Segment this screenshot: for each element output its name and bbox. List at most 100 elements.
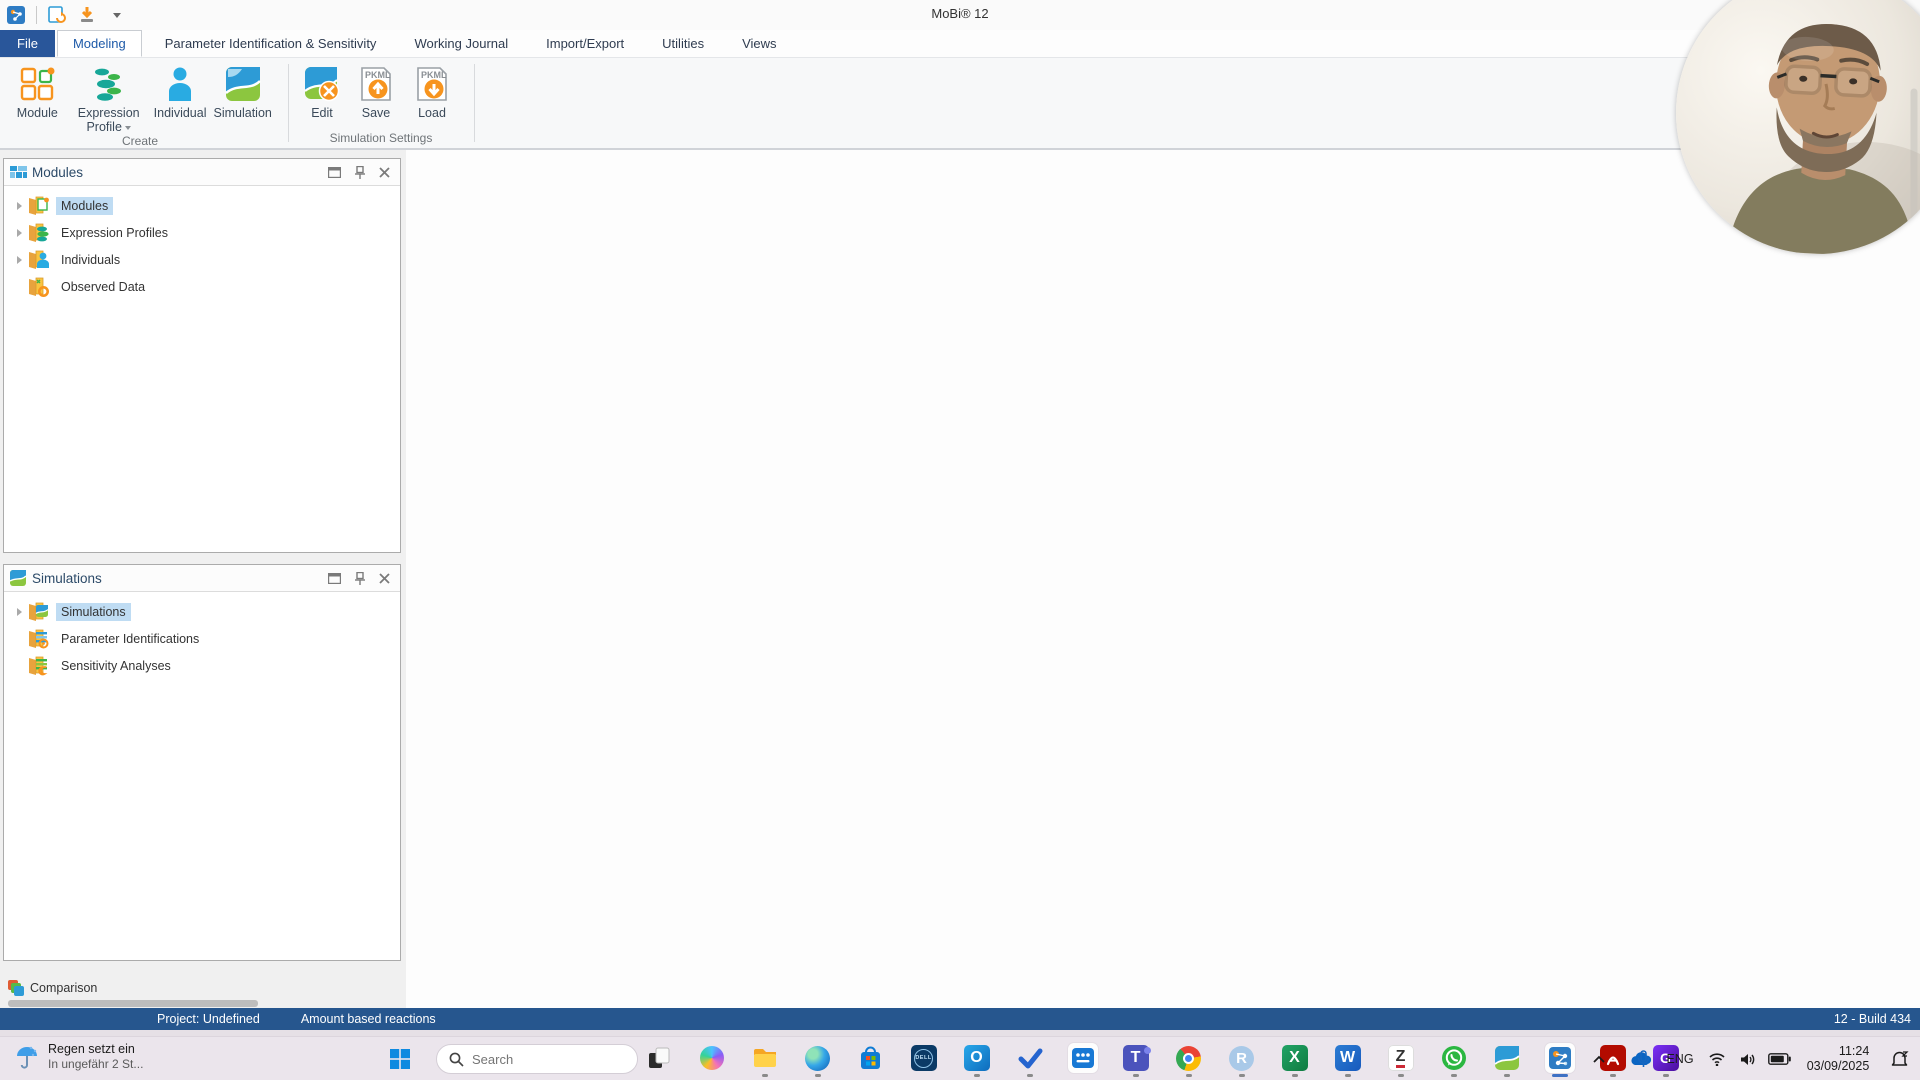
tab-parameter-identification[interactable]: Parameter Identification & Sensitivity — [150, 30, 392, 57]
simulation-button[interactable]: Simulation — [211, 60, 274, 120]
word-button[interactable]: W — [1321, 1039, 1374, 1080]
excel-button[interactable]: X — [1268, 1039, 1321, 1080]
todo-check-icon — [1018, 1048, 1042, 1069]
copilot-button[interactable] — [685, 1039, 738, 1080]
tab-import-export[interactable]: Import/Export — [531, 30, 639, 57]
chrome-button[interactable] — [1162, 1039, 1215, 1080]
battery-tray-button[interactable] — [1762, 1053, 1796, 1065]
clock-tray-button[interactable]: 11:24 03/09/2025 — [1796, 1044, 1880, 1074]
save-pkml-button[interactable]: PKML Save — [348, 60, 404, 120]
copilot-icon — [699, 1046, 724, 1070]
sensitivity-analyses-folder-icon — [26, 654, 50, 678]
load-pkml-button[interactable]: PKML Load — [404, 60, 460, 120]
zotero-button[interactable]: Z — [1374, 1039, 1427, 1080]
ribbon-group-simulation-settings: Edit PKML Save PKML Load Simulation Sett… — [296, 60, 466, 148]
individual-button[interactable]: Individual — [149, 60, 212, 120]
search-input[interactable] — [472, 1051, 612, 1067]
edge-button[interactable] — [791, 1039, 844, 1080]
simulations-folder-icon — [26, 600, 50, 624]
notifications-tray-button[interactable] — [1880, 1050, 1920, 1068]
screen: MoBi® 12 File Modeling Parameter Identif… — [0, 0, 1920, 1080]
tab-working-journal[interactable]: Working Journal — [399, 30, 523, 57]
tree-item-sensitivity-analyses[interactable]: Sensitivity Analyses — [4, 652, 400, 679]
pin-panel-icon[interactable] — [355, 571, 365, 585]
ribbon-group-create: Module Expression Profile Individual Sim… — [6, 60, 274, 148]
status-bar: Project: Undefined Amount based reaction… — [0, 1008, 1920, 1030]
task-view-icon — [648, 1047, 669, 1068]
outlook-button[interactable]: O — [950, 1039, 1003, 1080]
ribbon-group-separator-2 — [474, 64, 475, 142]
tree-item-observed-data[interactable]: Observed Data — [4, 273, 400, 300]
taskbar-app-icons: DELL O T R X W Z G — [632, 1039, 1692, 1080]
status-build: 12 - Build 434 — [1833, 1012, 1911, 1026]
simulations-panel-icon — [10, 570, 27, 586]
tab-file[interactable]: File — [0, 30, 55, 57]
simulations-tree: Simulations Parameter Identifications Se… — [4, 592, 400, 679]
tab-utilities[interactable]: Utilities — [647, 30, 719, 57]
excel-icon: X — [1281, 1045, 1308, 1071]
expression-profiles-folder-icon — [26, 221, 50, 245]
file-explorer-icon — [753, 1049, 776, 1067]
group-label-simulation-settings: Simulation Settings — [329, 131, 433, 145]
system-tray: ENG 11:24 03/09/2025 — [1628, 1037, 1920, 1080]
file-explorer-button[interactable] — [738, 1039, 791, 1080]
bottom-scrollbar-thumb[interactable] — [8, 1000, 258, 1007]
windows-logo-icon — [390, 1049, 410, 1069]
close-panel-icon[interactable] — [379, 166, 390, 178]
whatsapp-button[interactable] — [1427, 1039, 1480, 1080]
comparison-tab-label[interactable]: Comparison — [30, 981, 97, 995]
pksim-button[interactable] — [1480, 1039, 1533, 1080]
expand-caret[interactable] — [12, 255, 26, 264]
tree-item-expression-profiles[interactable]: Expression Profiles — [4, 219, 400, 246]
r-app-button[interactable]: R — [1215, 1039, 1268, 1080]
modules-panel-title: Modules — [32, 164, 84, 180]
tray-date: 03/09/2025 — [1806, 1059, 1870, 1073]
pin-panel-icon[interactable] — [355, 165, 365, 179]
microsoft-store-button[interactable] — [844, 1039, 897, 1080]
modules-folder-icon — [26, 194, 50, 218]
module-button[interactable]: Module — [6, 60, 69, 120]
blue-grid-app-button[interactable] — [1056, 1039, 1109, 1080]
microsoft-store-icon — [861, 1046, 880, 1069]
expand-caret[interactable] — [12, 607, 26, 616]
tree-item-modules[interactable]: Modules — [4, 192, 400, 219]
microphone-tray-button[interactable] — [1628, 1049, 1658, 1069]
taskbar-search[interactable] — [436, 1044, 638, 1074]
mobi-button[interactable] — [1533, 1039, 1586, 1080]
simulation-icon — [223, 64, 263, 104]
tray-chevron-up-icon[interactable] — [1592, 1055, 1606, 1064]
taskbar: Regen setzt ein In ungefähr 2 St... Sear… — [0, 1036, 1920, 1080]
pksim-icon — [1493, 1046, 1520, 1070]
teams-button[interactable]: T — [1109, 1039, 1162, 1080]
tree-item-parameter-identifications[interactable]: Parameter Identifications — [4, 625, 400, 652]
battery-icon — [1767, 1053, 1791, 1065]
comparison-tab[interactable]: Comparison — [8, 978, 97, 998]
wifi-tray-button[interactable] — [1702, 1052, 1732, 1066]
taskbar-weather-widget[interactable]: Regen setzt ein In ungefähr 2 St... — [14, 1041, 143, 1072]
tab-modeling[interactable]: Modeling — [56, 30, 142, 57]
left-dock: Modules Modules Expression Profiles Indi… — [0, 150, 406, 1008]
dell-app-button[interactable]: DELL — [897, 1039, 950, 1080]
blue-grid-app-icon — [1071, 1048, 1094, 1068]
tab-views[interactable]: Views — [727, 30, 791, 57]
task-view-button[interactable] — [632, 1039, 685, 1080]
title-bar: MoBi® 12 — [0, 0, 1920, 30]
language-indicator[interactable]: ENG — [1658, 1052, 1702, 1066]
maximize-panel-icon[interactable] — [328, 166, 341, 178]
tree-item-simulations[interactable]: Simulations — [4, 598, 400, 625]
expression-profile-icon — [89, 64, 129, 104]
expand-caret[interactable] — [12, 228, 26, 237]
todo-button[interactable] — [1003, 1039, 1056, 1080]
edit-simulation-settings-button[interactable]: Edit — [296, 60, 348, 120]
svg-text:PKML: PKML — [365, 70, 391, 80]
simulations-panel-header: Simulations — [4, 565, 400, 592]
expression-profile-button[interactable]: Expression Profile — [69, 60, 149, 134]
mobi-icon — [1548, 1047, 1571, 1069]
expand-caret[interactable] — [12, 201, 26, 210]
volume-tray-button[interactable] — [1732, 1052, 1762, 1067]
notification-bell-dnd-icon — [1891, 1051, 1909, 1066]
start-button[interactable] — [384, 1043, 416, 1075]
tree-item-individuals[interactable]: Individuals — [4, 246, 400, 273]
close-panel-icon[interactable] — [379, 572, 390, 584]
maximize-panel-icon[interactable] — [328, 572, 341, 584]
